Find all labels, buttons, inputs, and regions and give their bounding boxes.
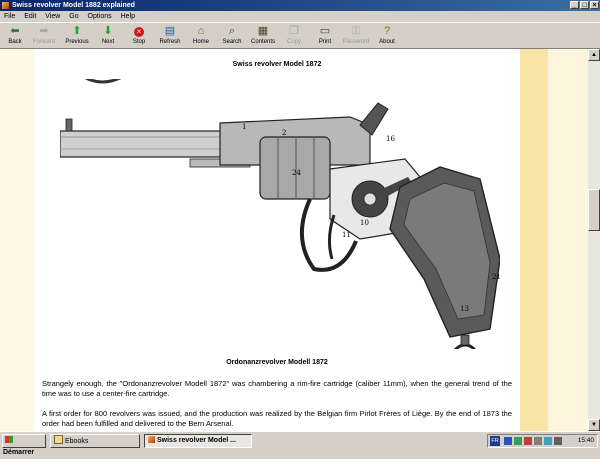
revolver-illustration: 1 2 24 16 11 21 10 13 [60,79,500,349]
taskbar: Démarrer Ebooks Swiss revolver Model ...… [0,431,600,456]
scroll-thumb[interactable] [588,189,600,231]
arrow-up-icon: ⬆ [72,25,82,37]
about-icon: ? [383,25,391,37]
figure-title: Swiss revolver Model 1872 [232,61,322,68]
refresh-icon: ▤ [164,25,176,37]
language-indicator[interactable]: FR [490,436,500,446]
stop-button[interactable]: × Stop [124,25,154,45]
document-page: Swiss revolver Model 1872 1 2 24 16 11 2… [34,49,520,431]
tray-icon[interactable] [514,437,522,445]
taskbar-item-ebooks[interactable]: Ebooks [50,434,140,448]
figure-number: 13 [460,305,469,313]
paragraph: Strangely enough, the "Ordonanzrevolver … [42,379,512,398]
app-icon [2,2,9,9]
contents-icon: ▦ [257,25,269,37]
folder-icon [54,435,63,444]
contents-button[interactable]: ▦ Contents [248,25,278,45]
password-button[interactable]: ⚿ Password [341,25,371,45]
menu-file[interactable]: File [4,13,15,20]
app-icon [148,436,155,443]
figure-number: 16 [386,135,395,143]
scroll-up-button[interactable]: ▲ [588,49,600,61]
forward-button[interactable]: ➡ Forward [29,25,59,45]
right-band-light [548,49,588,431]
figure-number: 2 [282,129,286,137]
copy-button[interactable]: ❐ Copy [279,25,309,45]
arrow-right-icon: ➡ [39,25,49,37]
arrow-down-icon: ⬇ [103,25,113,37]
menu-help[interactable]: Help [121,13,135,20]
figure-number: 11 [342,231,351,239]
network-icon[interactable] [504,437,512,445]
home-button[interactable]: ⌂ Home [186,25,216,45]
stop-icon: × [133,25,145,37]
left-gutter [0,49,34,431]
tray-icon[interactable] [544,437,552,445]
windows-logo-icon [5,436,13,443]
figure-number: 1 [242,123,246,131]
key-icon: ⚿ [351,25,361,37]
scroll-down-button[interactable]: ▼ [588,419,600,431]
refresh-button[interactable]: ▤ Refresh [155,25,185,45]
menu-options[interactable]: Options [88,13,112,20]
clock: 15:40 [577,437,594,444]
window-title: Swiss revolver Model 1882 explained [12,2,135,9]
start-button[interactable]: Démarrer [2,434,46,456]
speaker-icon[interactable] [554,437,562,445]
taskbar-item-document[interactable]: Swiss revolver Model ... [144,434,252,448]
menu-bar: File Edit View Go Options Help [0,11,600,22]
back-button[interactable]: ⬅ Back [0,25,30,45]
search-icon: ⌕ [228,25,236,37]
previous-button[interactable]: ⬆ Previous [62,25,92,45]
menu-view[interactable]: View [45,13,60,20]
right-band [520,49,548,431]
system-tray: FR 15:40 [487,434,598,448]
about-button[interactable]: ? About [372,25,402,45]
figure-caption: Ordonanzrevolver Modell 1872 [226,359,328,366]
menu-go[interactable]: Go [69,13,78,20]
print-icon: ▭ [319,25,331,37]
vertical-scrollbar[interactable]: ▲ ▼ [588,49,600,431]
arrow-left-icon: ⬅ [10,25,20,37]
home-icon: ⌂ [197,25,205,37]
search-button[interactable]: ⌕ Search [217,25,247,45]
menu-edit[interactable]: Edit [24,13,36,20]
toolbar: ⬅ Back ➡ Forward ⬆ Previous ⬇ Next × Sto… [0,22,600,49]
maximize-button[interactable]: □ [580,1,589,9]
paragraph: A first order for 800 revolvers was issu… [42,409,512,428]
minimize-button[interactable]: _ [570,1,579,9]
copy-icon: ❐ [289,25,299,37]
next-button[interactable]: ⬇ Next [93,25,123,45]
tray-icon[interactable] [524,437,532,445]
tray-icon[interactable] [534,437,542,445]
close-button[interactable]: × [590,1,599,9]
title-bar: Swiss revolver Model 1882 explained _ □ … [0,0,600,11]
figure-number: 21 [492,273,500,281]
print-button[interactable]: ▭ Print [310,25,340,45]
figure-number: 10 [360,219,369,227]
figure-number: 24 [292,169,301,177]
